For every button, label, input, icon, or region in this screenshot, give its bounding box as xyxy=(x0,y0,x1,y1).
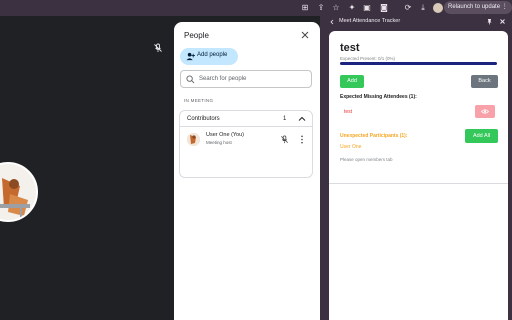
contributors-count: 1 xyxy=(283,116,287,122)
attendance-progress-bar xyxy=(340,62,497,65)
divider xyxy=(329,183,508,184)
search-placeholder: Search for people xyxy=(199,76,247,82)
eye-icon xyxy=(481,109,489,114)
people-panel: People Add people Search for people IN M… xyxy=(174,22,320,320)
more-vert-icon: ⋮ xyxy=(501,4,508,10)
add-people-button[interactable]: Add people xyxy=(180,48,238,65)
contributors-label: Contributors xyxy=(187,116,220,122)
close-icon[interactable] xyxy=(499,18,506,25)
add-people-label: Add people xyxy=(197,52,228,58)
participant-row[interactable]: User One (You) Meeting host xyxy=(180,128,312,154)
add-person-icon xyxy=(186,52,195,61)
close-icon[interactable] xyxy=(300,30,310,40)
missing-attendees-heading: Expected Missing Attendees (1): xyxy=(340,94,417,100)
share-icon[interactable]: ⇪ xyxy=(316,3,326,13)
download-icon[interactable]: ⤓ xyxy=(418,3,428,13)
attendance-tracker: test Expected Present: 0/1 (0%) Add Back… xyxy=(329,31,508,320)
translate-icon[interactable]: ⊞ xyxy=(300,3,310,13)
extension-window-title: Meet Attendance Tracker xyxy=(339,18,401,24)
relaunch-button[interactable]: Relaunch to update ⋮ xyxy=(444,1,512,14)
contributors-header[interactable]: Contributors 1 xyxy=(180,111,312,127)
more-vert-icon[interactable] xyxy=(299,135,305,144)
extensions-icon[interactable]: ✦ xyxy=(347,3,357,13)
mic-off-icon xyxy=(154,43,162,52)
profile-icon[interactable] xyxy=(433,3,443,13)
people-panel-title: People xyxy=(184,31,209,40)
relaunch-label: Relaunch to update xyxy=(448,4,501,10)
participant-name: User One (You) xyxy=(206,132,245,138)
browser-toolbar: ⊞ ⇪ ☆ ✦ ▣ ◙ ⟳ ⤓ Relaunch to update ⋮ xyxy=(0,0,512,16)
side-panel-icon[interactable]: ▣ xyxy=(362,3,372,13)
extension-side-panel: Meet Attendance Tracker test Expected Pr… xyxy=(324,16,512,320)
search-icon xyxy=(186,75,195,84)
camera-icon[interactable]: ◙ xyxy=(379,3,389,13)
unexpected-participant-name: User One xyxy=(340,144,362,150)
in-meeting-label: IN MEETING xyxy=(184,98,214,103)
expected-present-text: Expected Present: 0/1 (0%) xyxy=(340,56,396,61)
participant-tile-avatar xyxy=(0,162,38,222)
avatar xyxy=(187,133,200,146)
meeting-list-title: test xyxy=(340,42,360,54)
pin-icon[interactable] xyxy=(486,18,493,25)
contributors-group: Contributors 1 User One (You) Meeting ho… xyxy=(179,110,313,178)
sync-icon[interactable]: ⟳ xyxy=(403,3,413,13)
toggle-visibility-button[interactable] xyxy=(475,105,495,118)
search-input[interactable]: Search for people xyxy=(180,70,312,88)
add-all-button[interactable]: Add All xyxy=(465,129,498,143)
unexpected-participants-heading: Unexpected Participants (1): xyxy=(340,133,408,139)
add-button[interactable]: Add xyxy=(340,75,364,88)
members-tab-note: Please open members tab xyxy=(340,157,393,162)
chevron-up-icon[interactable] xyxy=(298,115,306,123)
missing-attendee-name: test xyxy=(344,109,353,115)
back-button[interactable]: Back xyxy=(471,75,498,88)
extension-puzzle-icon xyxy=(330,19,334,25)
star-icon[interactable]: ☆ xyxy=(331,3,341,13)
participant-role: Meeting host xyxy=(206,140,232,145)
mic-off-icon[interactable] xyxy=(280,135,289,144)
